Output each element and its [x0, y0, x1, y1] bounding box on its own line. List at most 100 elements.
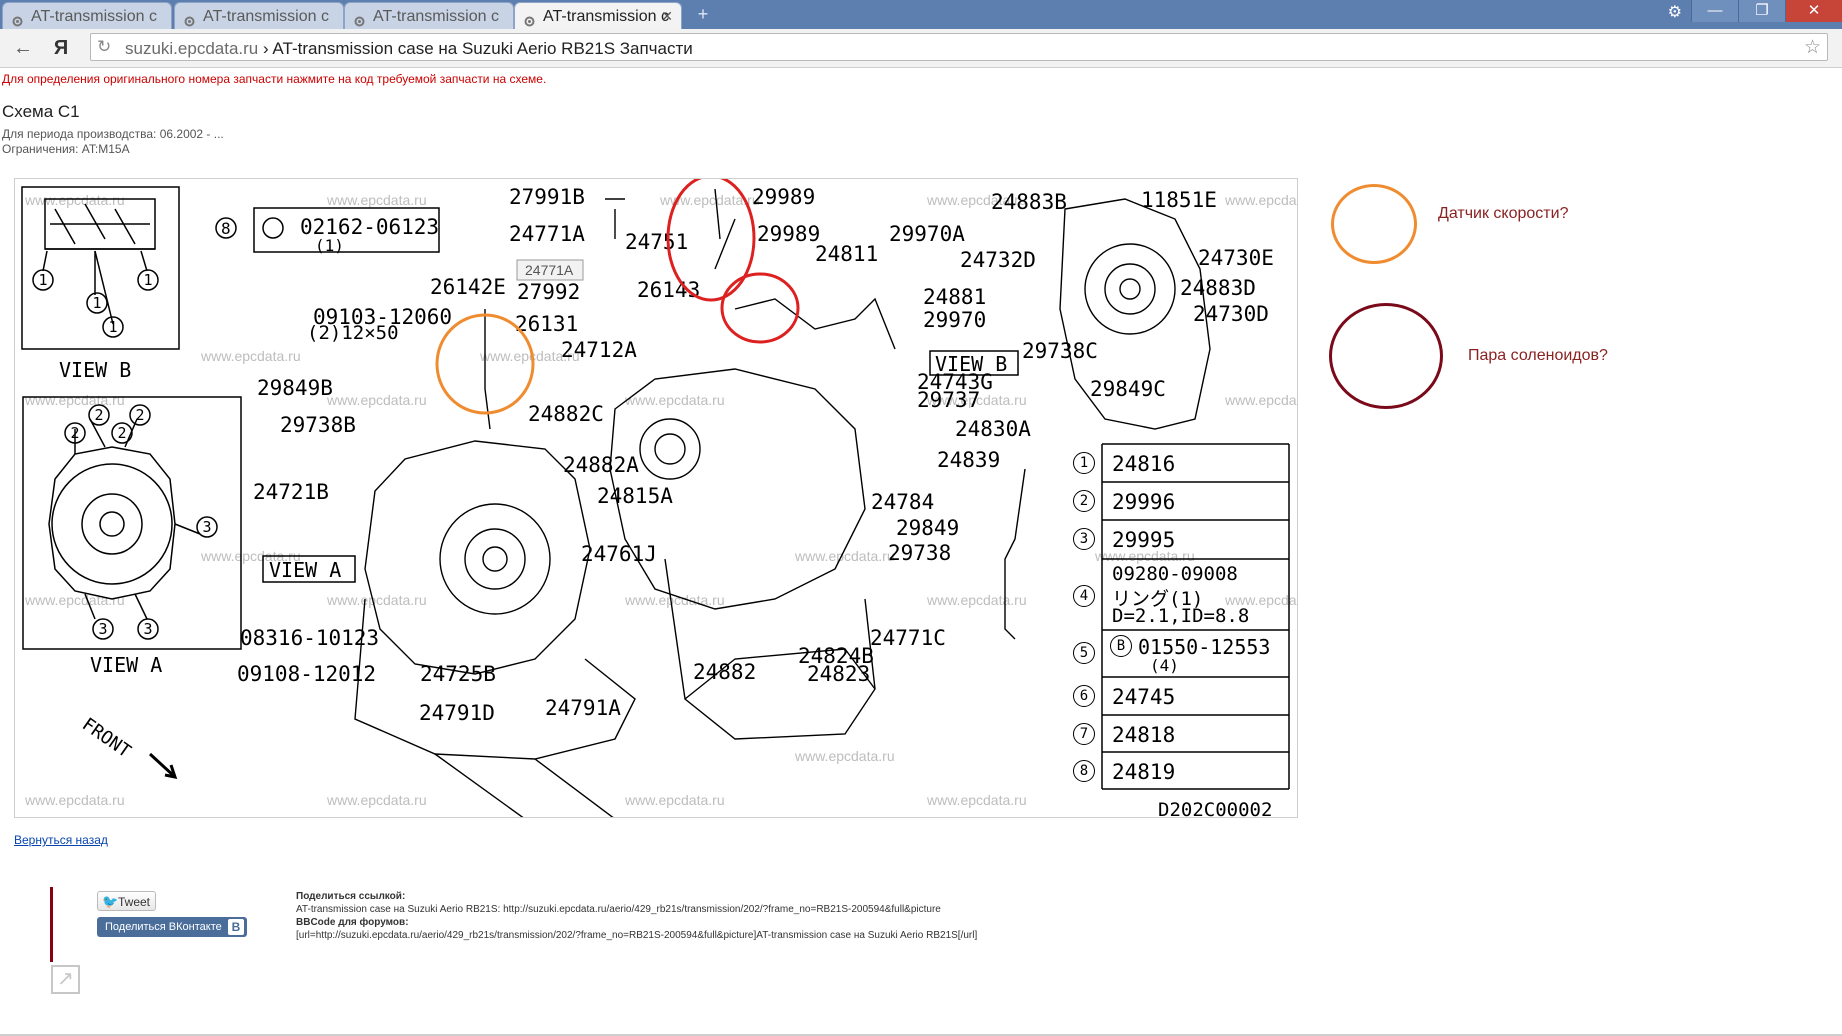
legend-row-1[interactable]: 1 24816	[1070, 446, 1297, 482]
parts-diagram: www.epcdata.ru www.epcdata.ru www.epcdat…	[14, 178, 1298, 818]
part-label: 29989	[752, 185, 815, 209]
tweet-button[interactable]: 🐦 Tweet	[97, 891, 156, 911]
part-label: 24730D	[1193, 302, 1269, 326]
part-label: 24791A	[545, 696, 621, 720]
part-label: 24883D	[1180, 276, 1256, 300]
maximize-button[interactable]: ❐	[1738, 0, 1785, 22]
part-label: 24761J	[581, 542, 657, 566]
yandex-button[interactable]: Я	[48, 35, 74, 61]
watermark: www.epcdata.ru	[24, 792, 125, 808]
new-tab-button[interactable]: +	[692, 5, 714, 23]
legend-row-3[interactable]: 3 29995	[1070, 522, 1297, 558]
legend-row-5[interactable]: 5 B 01550-12553 (4)	[1070, 632, 1297, 677]
part-label: 24830A	[955, 417, 1031, 441]
view-b-inset	[21, 186, 180, 350]
part-label: 24721B	[253, 480, 329, 504]
tab-title: AT-transmission c	[31, 8, 157, 25]
minimize-button[interactable]: —	[1691, 0, 1738, 22]
watermark: www.epcdata.ru	[24, 192, 125, 208]
part-label: 24732D	[960, 248, 1036, 272]
part-label: 24791D	[419, 701, 495, 725]
bbcode-text[interactable]: [url=http://suzuki.epcdata.ru/aerio/429_…	[296, 930, 977, 941]
watermark: www.epcdata.ru	[926, 592, 1027, 608]
view-b-label: VIEW B	[59, 358, 131, 382]
part-label: 29849B	[257, 376, 333, 400]
watermark: www.epcdata.ru	[624, 392, 725, 408]
legend-part: 24819	[1112, 760, 1176, 784]
bookmark-star-icon[interactable]: ☆	[1804, 36, 1821, 59]
back-link[interactable]: Вернуться назад	[14, 833, 108, 847]
callout-num: 3	[143, 620, 152, 638]
share-link-text[interactable]: AT-transmission case на Suzuki Aerio RB2…	[296, 904, 941, 915]
part-label: 27991B	[509, 185, 585, 209]
part-label: 24751	[625, 230, 688, 254]
tweet-label: Tweet	[118, 895, 151, 909]
callout-num: 1	[143, 271, 152, 289]
close-window-button[interactable]: ✕	[1785, 0, 1842, 22]
callout-num: 2	[70, 424, 79, 442]
part-label: 24771A	[509, 222, 585, 246]
legend-row-6[interactable]: 6 24745	[1070, 679, 1297, 715]
legend-num: 6	[1073, 685, 1095, 707]
watermark: www.epcdata.ru	[926, 792, 1027, 808]
back-arrow-icon[interactable]: ←	[10, 35, 36, 61]
legend-row-8[interactable]: 8 24819	[1070, 754, 1297, 789]
part-label: 24883B	[991, 190, 1067, 214]
legend-row-7[interactable]: 7 24818	[1070, 717, 1297, 752]
legend-part: 24816	[1112, 452, 1176, 476]
address-bar[interactable]: ↻ suzuki.epcdata.ru › AT-transmission ca…	[90, 33, 1828, 61]
watermark: www.epcdata.ru	[24, 592, 125, 608]
callout-num: 8	[221, 219, 231, 238]
legend-part-note: (4)	[1150, 656, 1179, 675]
external-link-icon[interactable]: ↗	[51, 965, 80, 994]
watermark: www.epcdata.ru	[624, 792, 725, 808]
browser-tab-3[interactable]: AT-transmission c	[344, 2, 514, 29]
legend-row-4[interactable]: 4 09280-09008 リング(1) D=2.1,ID=8.8	[1070, 561, 1297, 629]
callout-num: 3	[202, 518, 211, 536]
callout-num: 3	[98, 620, 107, 638]
browser-tab-1[interactable]: AT-transmission c	[2, 2, 172, 29]
part-label: 26142E	[430, 275, 506, 299]
browser-tab-4-active[interactable]: AT-transmission c ✕	[514, 2, 682, 29]
browser-toolbar: ← Я ↻ suzuki.epcdata.ru › AT-transmissio…	[0, 29, 1842, 68]
callout-num: 2	[117, 424, 126, 442]
solenoid-annotation: Пара соленоидов?	[1468, 347, 1608, 364]
part-label: (2)12×50	[307, 322, 399, 344]
settings-gear-icon[interactable]: ⚙	[1668, 2, 1682, 22]
legend-row-2[interactable]: 2 29996	[1070, 484, 1297, 520]
restrictions: Ограничения: AT:M15A	[2, 142, 130, 156]
watermark: www.epcdata.ru	[624, 592, 725, 608]
part-label: 29738C	[1022, 339, 1098, 363]
part-label: 29989	[757, 222, 820, 246]
legend-num: 7	[1073, 723, 1095, 745]
vk-share-button[interactable]: Поделиться ВКонтакте B	[97, 917, 247, 937]
close-tab-icon[interactable]: ✕	[661, 3, 673, 29]
diagram-code: D202C00002	[1158, 799, 1273, 818]
tab-title: AT-transmission c	[543, 8, 669, 25]
legend-prefix: B	[1110, 635, 1132, 657]
gear-favicon-icon	[353, 10, 366, 27]
reload-icon[interactable]: ↻	[97, 37, 111, 57]
part-label: 08316-10123	[240, 626, 379, 650]
tooltip-text: 24771A	[525, 262, 574, 278]
address-separator: ›	[258, 39, 273, 58]
part-label: 29849C	[1090, 377, 1166, 401]
tab-title: AT-transmission c	[203, 8, 329, 25]
part-label: 27992	[517, 280, 580, 304]
legend-num: 5	[1073, 642, 1095, 664]
speed-sensor-annotation-circle	[1331, 184, 1417, 264]
watermark: www.epcdata.ru	[24, 392, 125, 408]
part-label: 24882C	[528, 402, 604, 426]
twitter-bird-icon: 🐦	[102, 894, 119, 909]
part-label: (1)	[315, 236, 344, 255]
callout-num: 1	[92, 294, 101, 312]
part-label: 29849	[896, 516, 959, 540]
part-label: 09108-12012	[237, 662, 376, 686]
legend-num: 2	[1073, 490, 1095, 512]
browser-tab-2[interactable]: AT-transmission c	[174, 2, 344, 29]
share-accent-bar	[50, 887, 53, 962]
production-period: Для периода производства: 06.2002 - ...	[2, 127, 224, 141]
legend-num: 4	[1073, 585, 1095, 607]
legend-num: 8	[1073, 760, 1095, 782]
tab-bar: AT-transmission c AT-transmission c AT-t…	[0, 0, 1842, 29]
